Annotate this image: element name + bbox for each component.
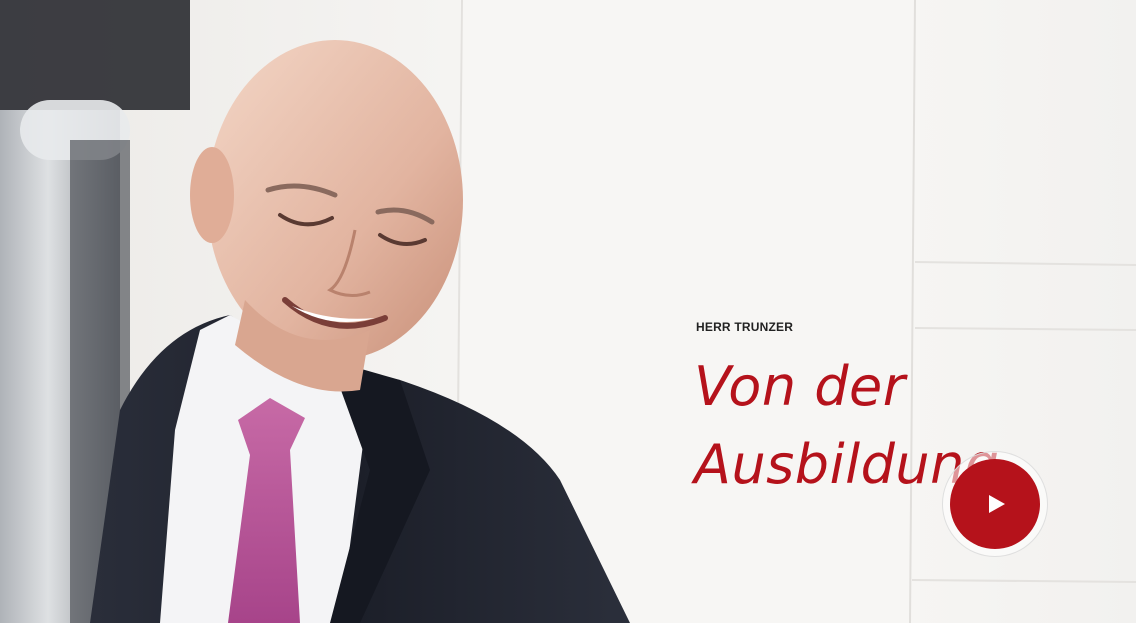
video-title-line-2: Ausbildung — [694, 433, 1000, 496]
play-icon — [989, 495, 1005, 513]
speaker-name: HERR TRUNZER — [696, 320, 794, 334]
play-button-circle[interactable] — [950, 459, 1040, 549]
video-title: Von der Ausbildung — [694, 348, 1114, 504]
video-teaser: HERR TRUNZER Von der Ausbildung — [0, 0, 1136, 623]
play-video-button[interactable] — [942, 451, 1048, 557]
video-title-line-1: Von der — [694, 355, 906, 418]
